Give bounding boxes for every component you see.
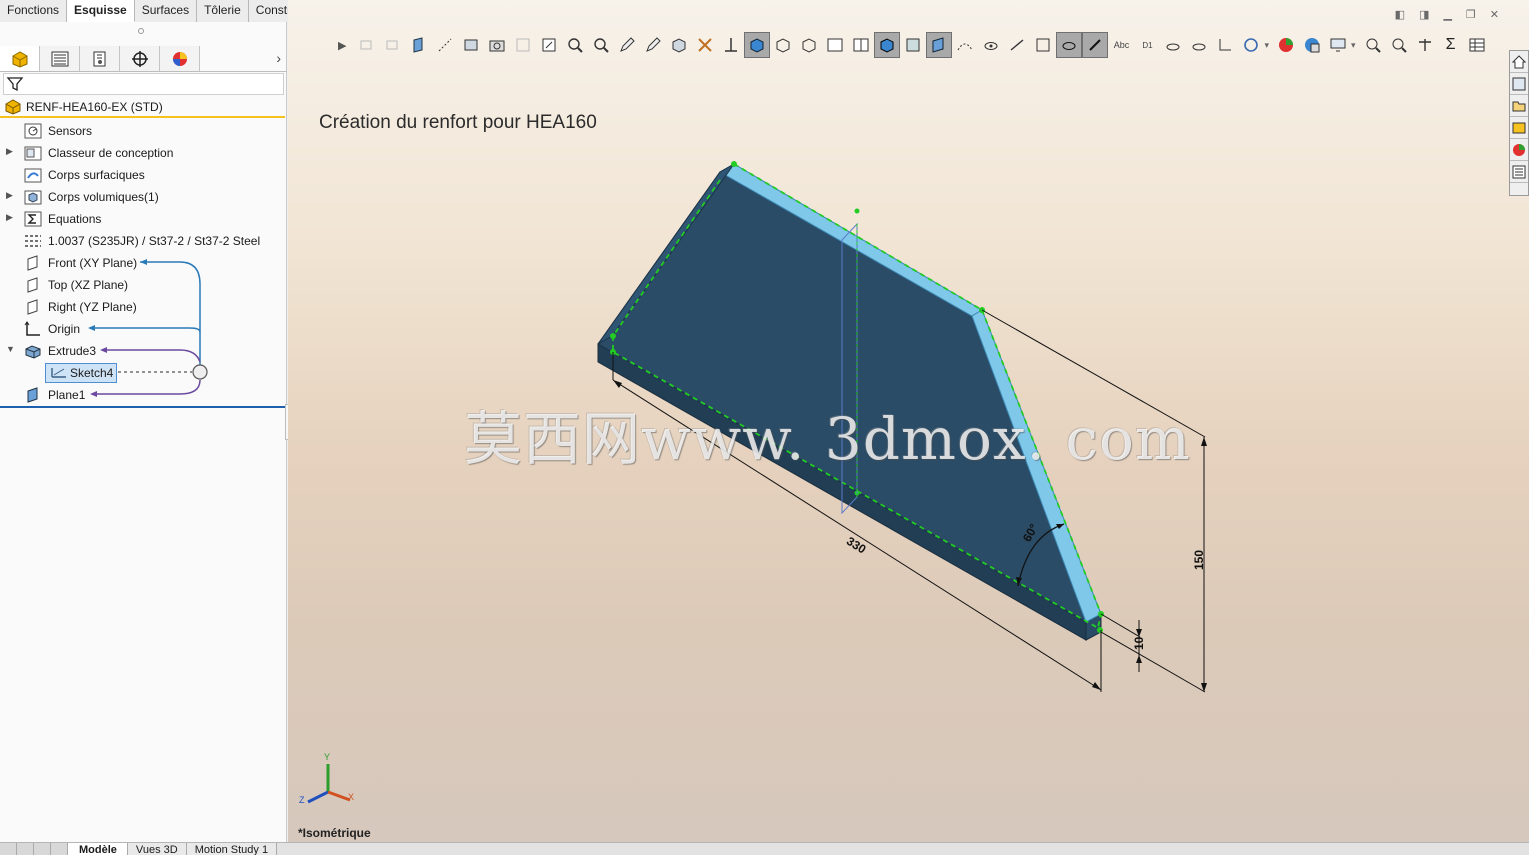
tab-tolerie[interactable]: Tôlerie bbox=[197, 0, 249, 22]
dimension-10-text[interactable]: 10 bbox=[1132, 636, 1146, 650]
bottom-tab-bar: Modèle Vues 3D Motion Study 1 bbox=[0, 842, 1529, 855]
tree-item-label: Equations bbox=[48, 212, 102, 226]
material-icon bbox=[25, 235, 41, 247]
property-manager-icon bbox=[51, 51, 68, 66]
plane-icon bbox=[27, 299, 38, 315]
part-icon bbox=[5, 99, 21, 115]
plane-icon bbox=[27, 255, 38, 271]
tree-item-label: Sketch4 bbox=[70, 366, 114, 380]
feature-tree: Sensors ▶ Classeur de conception Corps s… bbox=[0, 120, 285, 406]
appearance-ball-icon bbox=[172, 51, 187, 66]
expand-arrow-icon[interactable]: ▶ bbox=[6, 190, 14, 201]
tree-root-part[interactable]: RENF-HEA160-EX (STD) bbox=[0, 98, 285, 118]
tree-item-label: Plane1 bbox=[48, 388, 86, 402]
scroll-prev-icon[interactable] bbox=[17, 843, 34, 855]
tree-item-label: Right (YZ Plane) bbox=[48, 300, 137, 314]
tree-item-sensors[interactable]: Sensors bbox=[0, 120, 285, 142]
surface-bodies-folder-icon bbox=[24, 168, 42, 183]
tree-item-label: Classeur de conception bbox=[48, 146, 174, 160]
tab-vues-3d[interactable]: Vues 3D bbox=[127, 843, 187, 855]
tree-item-label: Origin bbox=[48, 322, 81, 336]
crosshair-icon bbox=[131, 50, 148, 67]
manager-tabs: › bbox=[0, 46, 287, 72]
expand-arrow-icon[interactable]: ▶ bbox=[6, 212, 14, 223]
sketch-icon bbox=[51, 368, 66, 378]
tree-item-label: 1.0037 (S235JR) / St37-2 / St37-2 Steel bbox=[48, 234, 261, 248]
filter-icon bbox=[6, 77, 24, 92]
tree-item-classeur[interactable]: ▶ Classeur de conception bbox=[0, 142, 285, 164]
tree-item-plane1[interactable]: Plane1 bbox=[0, 384, 285, 406]
tree-item-front-plane[interactable]: Front (XY Plane) bbox=[0, 252, 285, 274]
panel-grip[interactable] bbox=[138, 28, 144, 34]
triad-x-label: X bbox=[348, 792, 354, 802]
expand-arrow-icon[interactable]: ▶ bbox=[6, 146, 14, 157]
scroll-first-icon[interactable] bbox=[0, 843, 17, 855]
dimxpert-tab[interactable] bbox=[120, 46, 160, 71]
triad-z-label: Z bbox=[299, 795, 305, 805]
tab-modele[interactable]: Modèle bbox=[68, 843, 128, 855]
triad-y-label: Y bbox=[324, 752, 330, 762]
plane-icon bbox=[27, 387, 38, 403]
tab-esquisse[interactable]: Esquisse bbox=[67, 0, 135, 22]
view-orientation-label: *Isométrique bbox=[298, 826, 371, 840]
tree-item-label: Front (XY Plane) bbox=[48, 256, 138, 270]
dimension-150-text[interactable]: 150 bbox=[1192, 550, 1206, 570]
tab-fonctions[interactable]: Fonctions bbox=[0, 0, 68, 22]
collapse-arrow-icon[interactable]: ▼ bbox=[6, 344, 15, 354]
tree-item-label: Corps surfaciques bbox=[48, 168, 145, 182]
scroll-next-icon[interactable] bbox=[34, 843, 51, 855]
tree-item-extrude3[interactable]: ▼ Extrude3 bbox=[0, 340, 285, 362]
tree-item-label: Extrude3 bbox=[48, 344, 97, 358]
tree-item-label: Corps volumiques(1) bbox=[48, 190, 159, 204]
tree-item-origin[interactable]: Origin bbox=[0, 318, 285, 340]
scroll-last-icon[interactable] bbox=[51, 843, 68, 855]
feature-manager-icon bbox=[12, 50, 27, 68]
chevron-right-icon[interactable]: › bbox=[276, 50, 281, 66]
tree-item-sketch4[interactable]: Sketch4 bbox=[0, 362, 285, 384]
tree-item-top-plane[interactable]: Top (XZ Plane) bbox=[0, 274, 285, 296]
tab-surfaces[interactable]: Surfaces bbox=[134, 0, 198, 22]
folder-design-binder-icon bbox=[24, 146, 42, 161]
tree-item-equations[interactable]: ▶ Equations bbox=[0, 208, 285, 230]
part-name: RENF-HEA160-EX (STD) bbox=[26, 100, 163, 114]
tab-motion-study[interactable]: Motion Study 1 bbox=[186, 843, 278, 855]
sigma-icon bbox=[24, 211, 42, 227]
tree-item-label: Top (XZ Plane) bbox=[48, 278, 129, 292]
origin-icon bbox=[24, 321, 40, 336]
tree-item-label: Sensors bbox=[48, 124, 93, 138]
rollback-bar[interactable] bbox=[0, 406, 285, 408]
sensor-icon bbox=[24, 123, 42, 139]
tree-item-material[interactable]: 1.0037 (S235JR) / St37-2 / St37-2 Steel bbox=[0, 230, 285, 252]
plane-icon bbox=[27, 277, 38, 293]
feature-manager-panel: › RENF-HEA160-EX (STD) Sensors ▶ Classeu… bbox=[0, 22, 287, 842]
tree-filter[interactable] bbox=[3, 73, 284, 95]
configuration-manager-icon bbox=[93, 51, 105, 66]
dimension-330-text[interactable]: 330 bbox=[844, 534, 869, 557]
watermark-text: 莫西网www. 3dmox. com bbox=[464, 405, 1191, 473]
graphics-viewport[interactable]: ▶ Abc D1 ▾ ▾ Σ ◧ ◨ ▁ ❐ ✕ Création du ren… bbox=[288, 0, 1529, 842]
extrude-icon bbox=[25, 345, 41, 359]
tree-item-right-plane[interactable]: Right (YZ Plane) bbox=[0, 296, 285, 318]
tree-item-corps-surfaciques[interactable]: Corps surfaciques bbox=[0, 164, 285, 186]
display-manager-tab[interactable] bbox=[160, 46, 200, 71]
feature-manager-tab[interactable] bbox=[0, 46, 40, 71]
configuration-manager-tab[interactable] bbox=[80, 46, 120, 71]
tree-item-corps-volumiques[interactable]: ▶ Corps volumiques(1) bbox=[0, 186, 285, 208]
coordinate-triad: Y Z X bbox=[299, 752, 354, 805]
tab-scroll-buttons bbox=[0, 843, 68, 855]
property-manager-tab[interactable] bbox=[40, 46, 80, 71]
solid-bodies-folder-icon bbox=[24, 190, 42, 205]
